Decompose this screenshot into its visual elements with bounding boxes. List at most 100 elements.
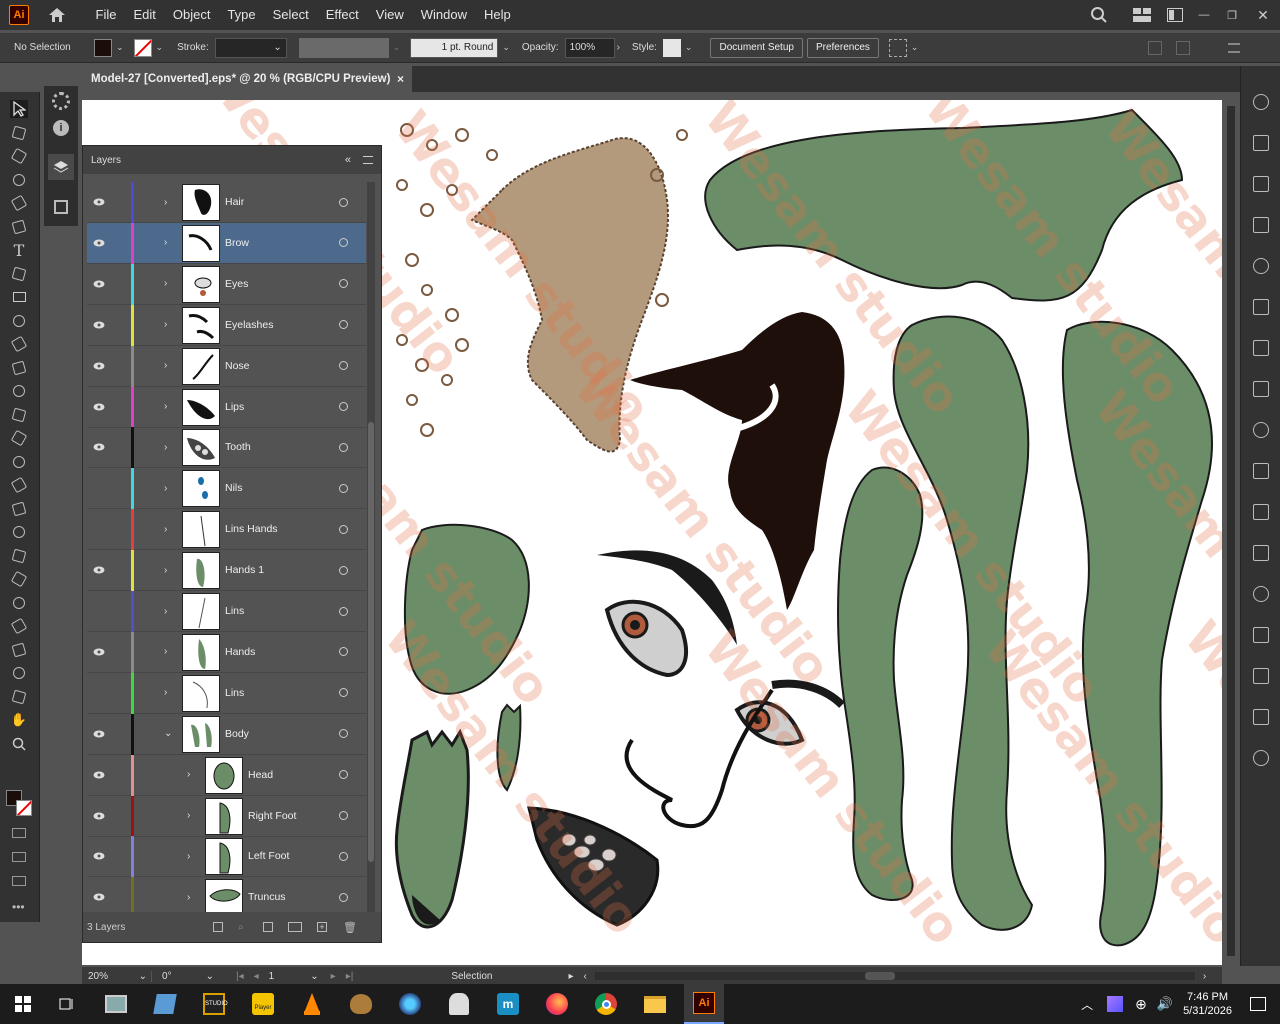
clock[interactable]: 7:46 PM 5/31/2026 [1183,990,1232,1018]
hand-tool-icon[interactable]: ✋ [10,711,28,729]
layer-target-icon[interactable] [339,688,348,698]
chevron-right-icon[interactable]: › [164,606,174,617]
layer-row[interactable]: › Eyes [87,263,366,305]
symbols-icon[interactable] [1253,176,1269,192]
first-artboard-icon[interactable]: |◂ [236,971,244,982]
chevron-down-icon[interactable]: ⌄ [164,728,174,739]
layer-row[interactable]: › Nose [87,345,366,387]
layer-target-icon[interactable] [339,361,348,371]
style-dropdown-icon[interactable]: ⌄ [685,42,693,53]
scale-tool-icon[interactable] [10,406,28,424]
eraser-tool-icon[interactable] [10,359,28,377]
fill-stroke-widget[interactable] [4,788,34,818]
stroke-weight-stepper[interactable]: ⌄ [214,37,287,58]
layer-row[interactable]: › Right Foot [87,795,366,837]
visibility-eye-icon[interactable] [92,849,106,863]
layer-row[interactable]: › Lins Hands [87,509,366,551]
lasso-tool-icon[interactable] [10,171,28,189]
visibility-eye-icon[interactable] [92,563,106,577]
paintbrush-tool-icon[interactable] [10,312,28,330]
gradient-tool-icon[interactable] [10,547,28,565]
zoom-tool-icon[interactable] [10,735,28,753]
artboard-number-input[interactable]: 1 ⌄ [269,971,319,982]
screen-mode-icon[interactable] [12,876,26,886]
workspace-switcher-icon[interactable] [1124,8,1160,22]
layer-target-icon[interactable] [339,402,348,411]
document-info-icon[interactable] [1253,750,1269,766]
menu-file[interactable]: File [87,0,125,30]
layer-row[interactable]: › Hands [87,631,366,673]
close-window-button[interactable]: ✕ [1246,7,1280,24]
panel-menu-icon[interactable] [363,156,373,164]
visibility-eye-icon[interactable] [92,890,106,904]
menu-help[interactable]: Help [475,0,519,30]
gradient-panel-icon[interactable] [1253,545,1269,561]
symbol-sprayer-tool-icon[interactable] [10,617,28,635]
menu-effect[interactable]: Effect [317,0,367,30]
artboards-icon[interactable] [54,200,68,214]
color-guide-icon[interactable] [1253,94,1269,110]
menu-select[interactable]: Select [264,0,317,30]
chevron-right-icon[interactable]: › [164,197,174,208]
layer-row[interactable]: › Hair [87,182,366,223]
next-artboard-icon[interactable]: ▸ [331,971,336,982]
chevron-right-icon[interactable]: › [164,278,174,289]
column-graph-tool-icon[interactable] [10,641,28,659]
layer-row[interactable]: ⌄ Body [87,713,366,755]
chevron-right-icon[interactable]: › [164,524,174,535]
transform-icon[interactable] [1253,258,1269,274]
artboard-tool-icon[interactable] [10,664,28,682]
arrange-documents-icon[interactable] [888,38,907,57]
brushes-icon[interactable] [1253,217,1269,233]
transform-icon[interactable] [1176,40,1191,55]
profile-dropdown-icon[interactable]: ⌄ [393,42,401,53]
menu-type[interactable]: Type [219,0,264,30]
photos-app-icon[interactable] [96,984,136,1024]
appearance-icon[interactable] [1253,668,1269,684]
arrange-dropdown-icon[interactable]: ⌄ [911,42,919,53]
visibility-eye-icon[interactable] [92,359,106,373]
info-icon[interactable]: i [53,120,69,136]
panel-layout-icon[interactable] [1160,8,1190,22]
stroke-icon[interactable] [1253,504,1269,520]
illustrator-taskbar-icon[interactable]: Ai [684,984,724,1024]
edit-toolbar-icon[interactable]: ••• [12,900,26,914]
inkscape-like-app-icon[interactable] [439,984,479,1024]
scroll-left-icon[interactable]: ‹ [583,971,586,982]
show-hidden-icons-icon[interactable]: ︿ [1081,996,1093,1013]
menu-view[interactable]: View [367,0,412,30]
links-icon[interactable] [1253,299,1269,315]
chevron-right-icon[interactable]: › [164,401,174,412]
visibility-eye-icon[interactable] [92,277,106,291]
transparency-icon[interactable] [1253,586,1269,602]
shape-builder-tool-icon[interactable] [10,476,28,494]
graphic-styles-icon[interactable] [1253,709,1269,725]
layer-row[interactable]: › Lins [87,591,366,632]
layer-target-icon[interactable] [339,197,348,207]
drawing-mode-icon[interactable] [12,852,26,862]
davinci-app-icon[interactable] [390,984,430,1024]
chevron-right-icon[interactable]: › [164,360,174,371]
collapse-panel-icon[interactable]: « [345,154,351,166]
control-menu-icon[interactable] [1228,42,1241,53]
visibility-toggle[interactable] [92,604,106,618]
chrome-icon[interactable] [586,984,626,1024]
chevron-right-icon[interactable]: › [164,442,174,453]
chevron-right-icon[interactable]: › [164,565,174,576]
perspective-grid-tool-icon[interactable] [10,500,28,518]
layer-target-icon[interactable] [339,647,348,657]
home-icon[interactable] [47,5,67,25]
color-mode-icon[interactable] [12,828,26,838]
scroll-right-icon[interactable]: › [1203,971,1206,982]
notifications-icon[interactable] [1250,997,1266,1011]
create-sublayer-icon[interactable] [288,922,302,932]
chevron-right-icon[interactable]: › [187,769,197,780]
layer-row[interactable]: › Head [87,754,366,796]
chevron-right-icon[interactable]: › [164,687,174,698]
preferences-button[interactable]: Preferences [806,37,879,58]
rectangle-tool-icon[interactable] [10,288,28,306]
task-view-icon[interactable] [46,984,86,1024]
last-artboard-icon[interactable]: ▸| [346,971,354,982]
layer-target-icon[interactable] [339,279,348,289]
align-icon[interactable] [1148,40,1163,55]
